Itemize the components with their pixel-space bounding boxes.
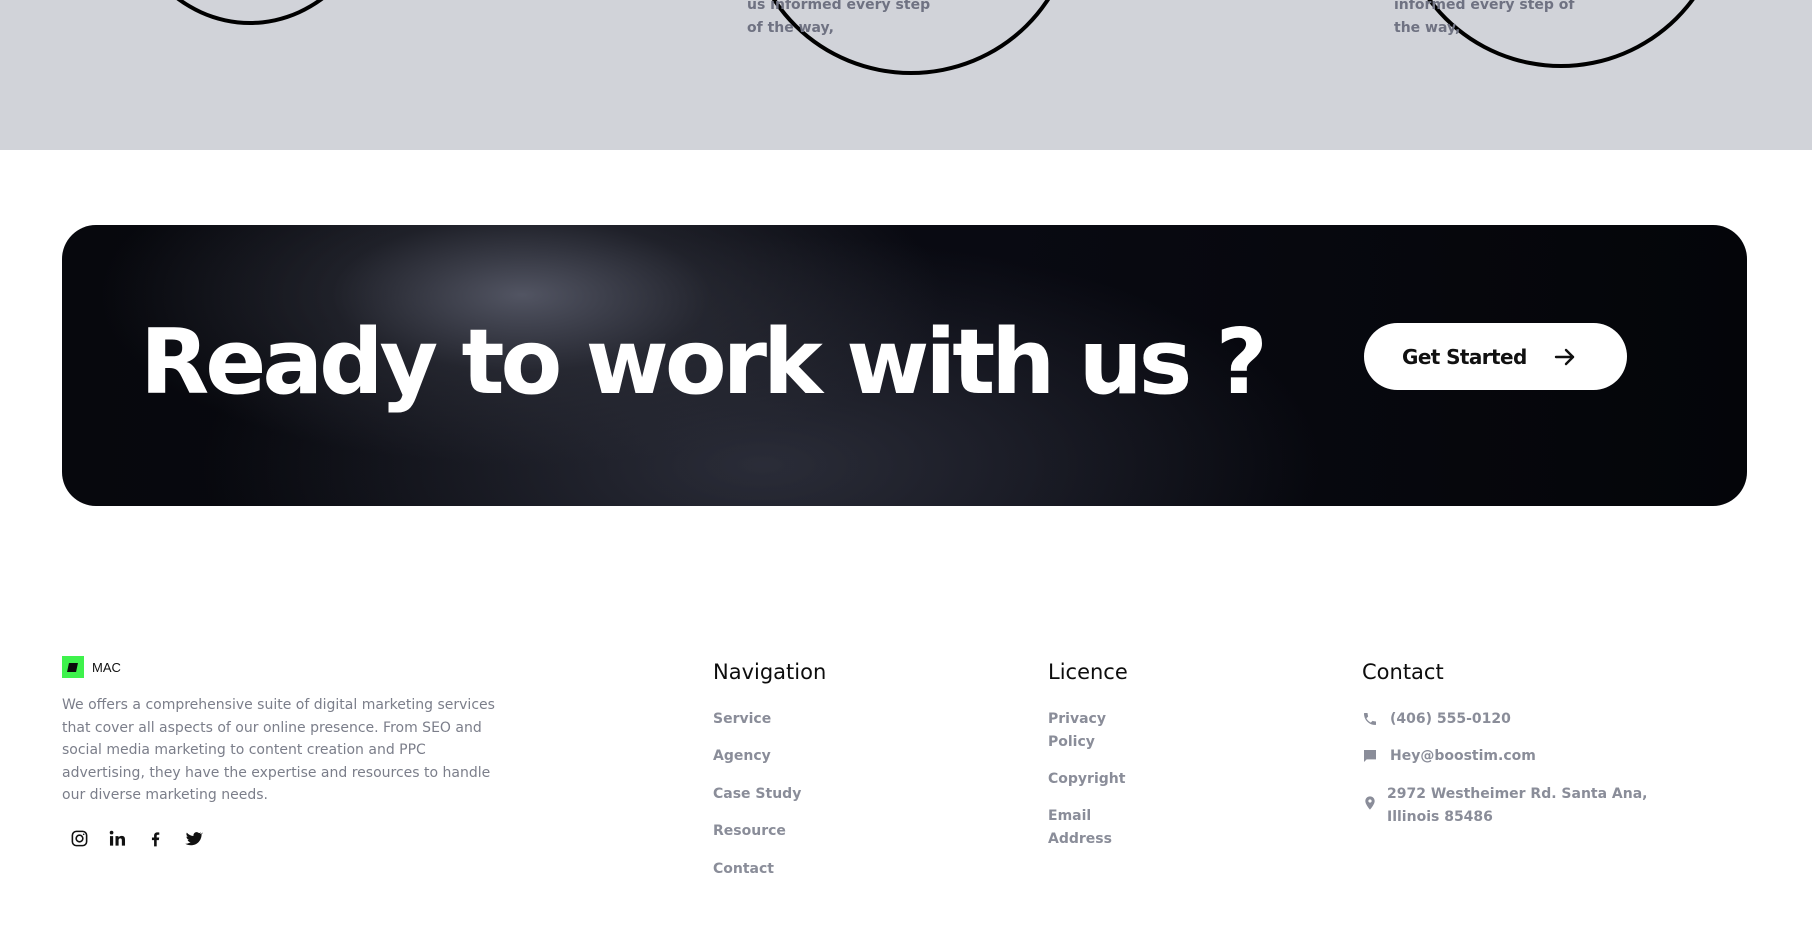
logo-icon — [62, 656, 84, 678]
cta-title: Ready to work with us ? — [140, 310, 1268, 415]
step-circle-outline — [120, 0, 380, 25]
location-pin-icon — [1365, 796, 1375, 810]
licence-link-privacy-policy[interactable]: Privacy Policy — [1048, 708, 1128, 753]
contact-phone-text: (406) 555-0120 — [1390, 711, 1511, 727]
nav-link-agency[interactable]: Agency — [713, 745, 771, 768]
nav-link-contact[interactable]: Contact — [713, 858, 774, 881]
nav-link-resource[interactable]: Resource — [713, 820, 786, 843]
navigation-heading: Navigation — [713, 660, 827, 684]
instagram-icon[interactable] — [70, 829, 89, 848]
footer-description: We offers a comprehensive suite of digit… — [62, 697, 495, 804]
nav-link-service[interactable]: Service — [713, 708, 771, 731]
social-links — [70, 829, 203, 848]
get-started-label: Get Started — [1402, 344, 1527, 369]
contact-address-text: 2972 Westheimer Rd. Santa Ana, Illinois … — [1387, 786, 1648, 825]
licence-heading: Licence — [1048, 660, 1128, 684]
footer-logo[interactable]: MAC — [62, 656, 121, 678]
contact-heading: Contact — [1362, 660, 1444, 684]
brand-name: MAC — [92, 659, 121, 675]
chat-bubble-icon — [1364, 750, 1376, 762]
twitter-icon[interactable] — [184, 829, 203, 848]
contact-phone[interactable]: (406) 555-0120 — [1362, 708, 1511, 731]
process-section: us informed every step of the way, infor… — [0, 0, 1812, 150]
arrow-right-icon — [1554, 348, 1575, 366]
licence-link-email-address[interactable]: Email Address — [1048, 805, 1128, 850]
contact-address[interactable]: 2972 Westheimer Rd. Santa Ana, Illinois … — [1362, 783, 1682, 828]
step-description: informed every step of the way, — [1394, 0, 1575, 36]
facebook-icon[interactable] — [146, 829, 165, 848]
licence-link-copyright[interactable]: Copyright — [1048, 768, 1128, 791]
step-description: us informed every step of the way, — [747, 0, 931, 36]
contact-email[interactable]: Hey@boostim.com — [1362, 745, 1536, 768]
phone-icon — [1364, 713, 1376, 725]
nav-link-case-study[interactable]: Case Study — [713, 783, 801, 806]
get-started-button[interactable]: Get Started — [1364, 323, 1627, 390]
cta-banner: Ready to work with us ? Get Started — [62, 225, 1747, 506]
contact-email-text: Hey@boostim.com — [1390, 748, 1536, 764]
linkedin-icon[interactable] — [108, 829, 127, 848]
